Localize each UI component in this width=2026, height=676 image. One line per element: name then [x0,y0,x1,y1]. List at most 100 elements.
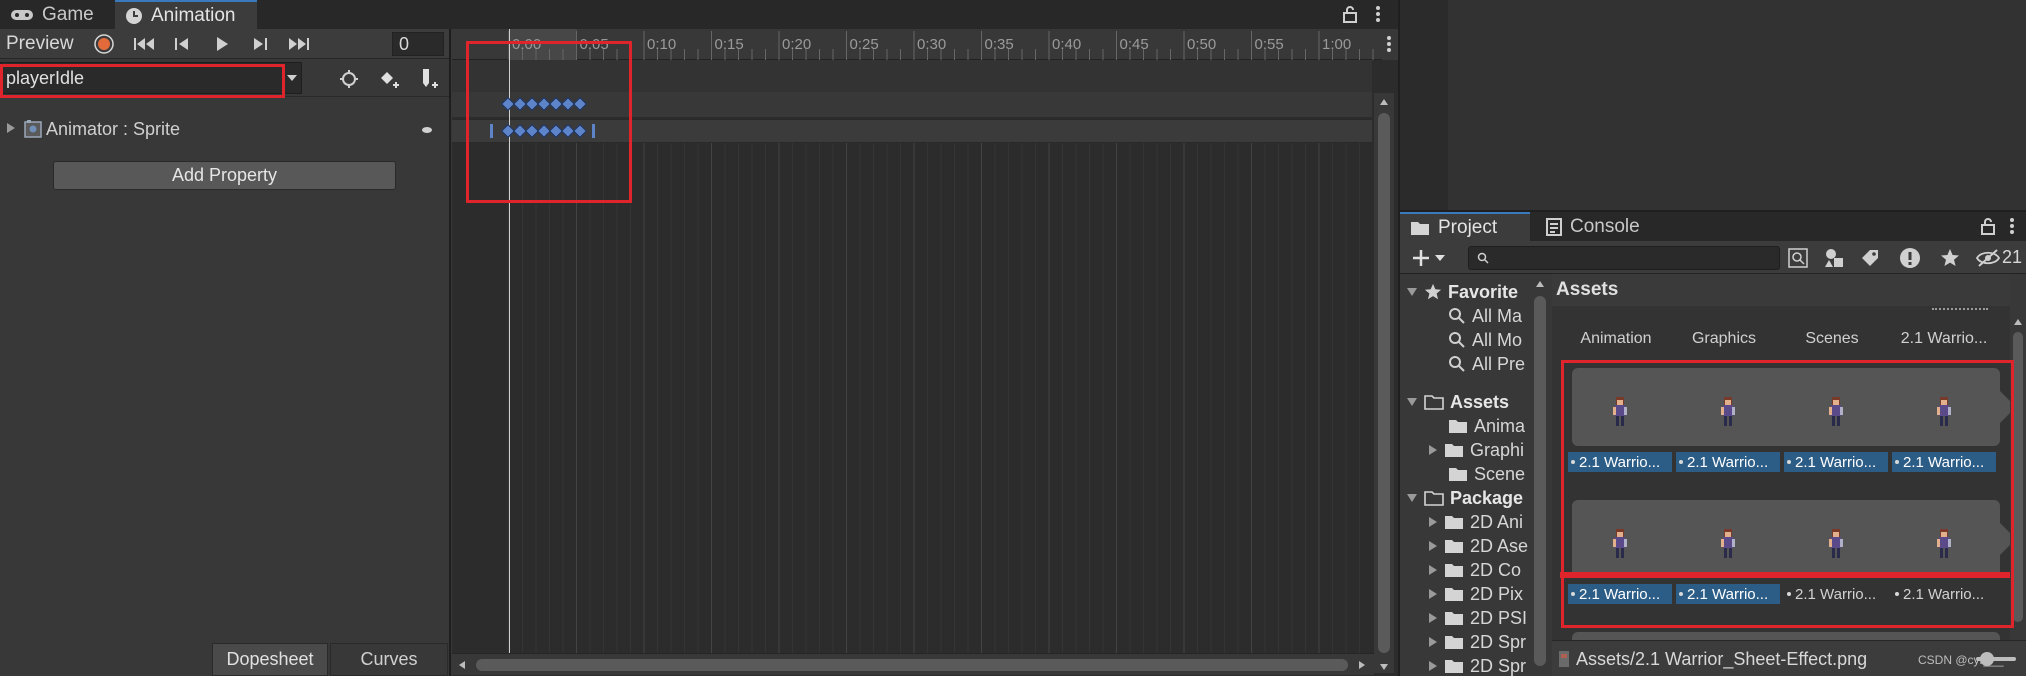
tree-item-label: All Pre [1472,353,1526,374]
project-search-input[interactable] [1468,246,1780,270]
tree-favorites[interactable]: Favorite [1406,280,1518,304]
hidden-packages-button[interactable] [1974,246,2002,270]
folder-warrior[interactable]: 2.1 Warrio... [1890,330,1998,348]
tree-assets[interactable]: Assets [1406,390,1509,414]
tree-item-label: 2D Ase [1470,535,1529,556]
ruler-label: 0:10 [647,36,677,53]
add-event-button[interactable] [414,66,446,92]
horizontal-scroll-thumb[interactable] [476,659,1348,671]
thumbnail-size-slider-handle[interactable] [1980,652,1994,666]
tab-game[interactable]: Game [0,0,114,29]
expand-arrow-icon[interactable] [6,122,20,136]
filter-by-selection-button[interactable] [334,66,364,92]
play-button[interactable] [208,32,236,56]
preview-toggle[interactable]: Preview [6,33,74,55]
animation-toolbar: Preview 0 [0,29,449,59]
tree-item-package[interactable]: 2D Co [1428,558,1521,582]
tree-item-package[interactable]: 2D Spr [1428,654,1526,676]
keyframes-highlight [466,41,632,203]
animation-left-panel: Preview 0 playerIdle Animator: Sprite A… [0,29,451,676]
tree-item-package[interactable]: 2D Pix [1428,582,1523,606]
tab-curves[interactable]: Curves [330,643,448,676]
tree-item-folder[interactable]: Anima [1448,414,1525,438]
filter-label-button[interactable] [1856,246,1884,270]
expand-arrow-icon [1429,565,1437,575]
clock-icon [125,7,143,25]
tree-item-label: 2D Ani [1470,511,1524,532]
kebab-menu-icon[interactable] [1368,4,1388,24]
scroll-down-icon[interactable] [1379,663,1389,671]
expand-arrow-icon [1429,661,1437,671]
filter-type-button[interactable] [1820,246,1848,270]
tree-item-label: 2D Co [1470,559,1522,580]
scroll-right-icon[interactable] [1358,660,1366,670]
folder-icon [1445,564,1463,577]
kebab-menu-icon[interactable] [2004,216,2020,236]
next-keyframe-button[interactable] [246,32,274,56]
project-footer: Assets/2.1 Warrior_Sheet-Effect.png CSDN… [1552,640,2026,676]
folder-graphics[interactable]: Graphics [1674,330,1774,348]
game-view-canvas [1448,0,2026,210]
last-keyframe-button[interactable] [284,32,314,56]
tree-item-favorite[interactable]: All Ma [1448,304,1522,328]
breadcrumb-assets[interactable]: Assets [1556,279,1618,301]
sprite-sheet-thumbnail [1932,308,1988,314]
scroll-up-icon[interactable] [1535,280,1545,288]
scroll-up-icon[interactable] [1379,98,1389,106]
tree-item-favorite[interactable]: All Mo [1448,328,1522,352]
first-keyframe-button[interactable] [129,32,159,56]
vertical-scroll-thumb[interactable] [1378,113,1390,653]
scene-search-icon [1788,248,1808,268]
folder-animation[interactable]: Animation [1566,330,1666,348]
filter-errors-button[interactable] [1896,246,1924,270]
property-options-icon[interactable] [422,127,432,133]
folder-scenes[interactable]: Scenes [1782,330,1882,348]
tab-dopesheet[interactable]: Dopesheet [212,643,328,676]
scroll-up-icon[interactable] [2013,318,2023,326]
tree-scroll-thumb[interactable] [1534,296,1546,666]
tree-item-package[interactable]: 2D Ase [1428,534,1528,558]
chevron-down-icon[interactable] [284,71,300,85]
tree-packages[interactable]: Package [1406,486,1523,510]
ruler-label: 0:35 [984,36,1014,53]
console-icon [1546,217,1562,236]
tree-item-favorite[interactable]: All Pre [1448,352,1525,376]
png-file-icon [1558,650,1570,668]
add-property-button[interactable]: Add Property [53,161,396,190]
tree-item-folder[interactable]: Scene [1448,462,1525,486]
eye-slash-icon [1976,249,2000,267]
add-keyframe-button[interactable] [374,66,406,92]
lock-icon[interactable] [1340,4,1360,24]
frame-input[interactable]: 0 [392,32,444,56]
tree-item-package[interactable]: 2D Ani [1428,510,1523,534]
expand-arrow-icon [1429,637,1437,647]
tab-animation[interactable]: Animation [115,0,257,29]
scroll-left-icon[interactable] [458,660,466,670]
search-icon [1449,332,1465,348]
project-window: Project Console 21 Favorite All Ma All M… [1400,212,2026,676]
record-button[interactable] [91,32,117,56]
tab-project[interactable]: Project [1400,212,1530,241]
tree-item-package[interactable]: 2D Spr [1428,630,1526,654]
tab-console[interactable]: Console [1536,212,1666,241]
ruler-label: 1:00 [1322,36,1352,53]
property-label[interactable]: Animator : Sprite [46,119,180,140]
vertical-scrollbar[interactable] [1374,93,1394,673]
ruler-label: 0:25 [849,36,879,53]
favorites-button[interactable] [1936,246,1964,270]
tree-item-folder[interactable]: Graphi [1428,438,1524,462]
assets-scroll-thumb[interactable] [2013,332,2023,622]
project-tree[interactable]: Favorite All Ma All Mo All Pre Assets An… [1400,274,1530,676]
previous-keyframe-button[interactable] [168,32,196,56]
tree-scrollbar[interactable] [1530,274,1550,676]
expand-arrow-icon [1429,517,1437,527]
create-button[interactable] [1408,246,1450,270]
search-icon [1477,252,1489,264]
folder-icon [1410,220,1430,236]
folder-icon [1445,588,1463,601]
timeline-menu[interactable] [1382,29,1398,60]
search-by-type-button[interactable] [1784,246,1812,270]
horizontal-scrollbar[interactable] [452,653,1374,675]
lock-icon[interactable] [1978,216,1998,236]
tree-item-package[interactable]: 2D PSI [1428,606,1527,630]
